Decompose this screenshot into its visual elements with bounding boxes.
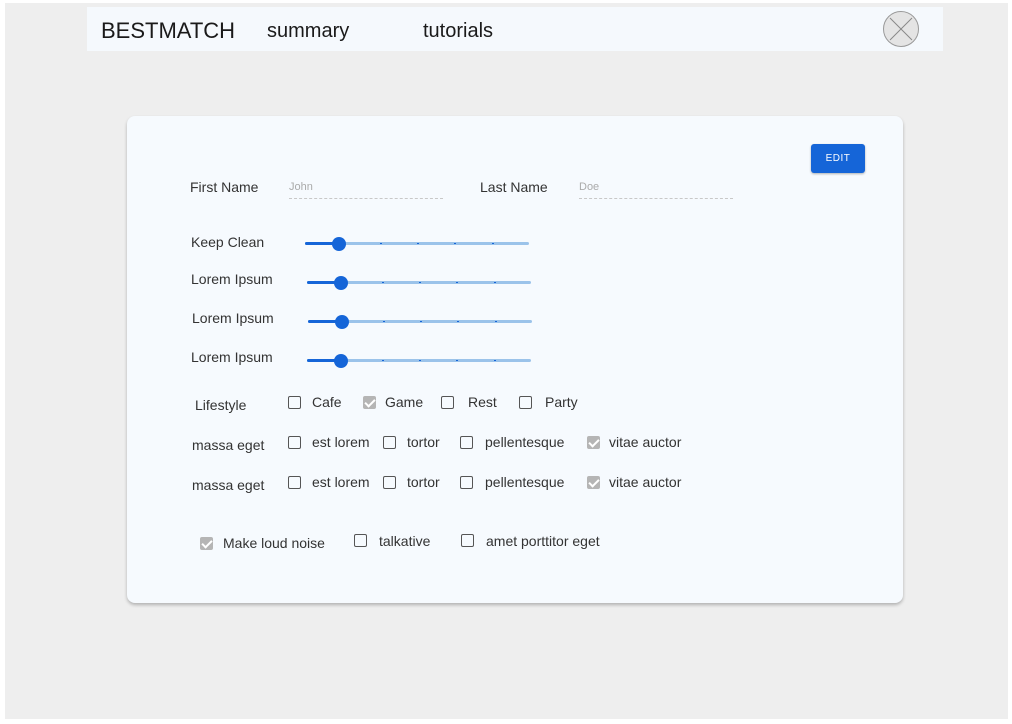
checkbox-label[interactable]: vitae auctor — [609, 434, 681, 450]
checkbox[interactable] — [441, 396, 454, 409]
user-avatar-icon[interactable] — [883, 11, 919, 47]
nav-summary[interactable]: summary — [267, 20, 349, 43]
top-navbar: BESTMATCH summary tutorials — [87, 7, 943, 51]
slider[interactable] — [307, 353, 531, 369]
slider-label: Lorem Ipsum — [191, 349, 273, 365]
checkbox-label[interactable]: Party — [545, 394, 578, 410]
edit-button[interactable]: EDIT — [811, 144, 865, 173]
checkbox[interactable] — [587, 476, 600, 489]
slider[interactable] — [308, 314, 532, 330]
checkbox-label[interactable]: est lorem — [312, 434, 370, 450]
slider-tick — [381, 360, 384, 361]
slider-tick — [419, 321, 422, 322]
slider-tick — [457, 321, 460, 322]
checkbox[interactable] — [383, 436, 396, 449]
checkbox-label[interactable]: tortor — [407, 474, 440, 490]
slider-tick — [493, 360, 496, 361]
slider-tick — [381, 282, 384, 283]
checkbox-group-label: Lifestyle — [195, 397, 247, 413]
slider-label: Keep Clean — [191, 234, 265, 250]
checkbox-label[interactable]: Rest — [468, 394, 497, 410]
brand-logo[interactable]: BESTMATCH — [101, 18, 235, 44]
slider-tick — [493, 282, 496, 283]
trait-checkbox[interactable] — [461, 534, 474, 547]
slider-thumb[interactable] — [334, 315, 349, 329]
slider-tick — [418, 360, 421, 361]
checkbox[interactable] — [460, 476, 473, 489]
checkbox-label[interactable]: Cafe — [312, 394, 342, 410]
checkbox-label[interactable]: pellentesque — [485, 434, 564, 450]
checkbox[interactable] — [288, 476, 301, 489]
checkbox-label[interactable]: Game — [385, 394, 423, 410]
checkbox-group-label: massa eget — [192, 437, 265, 453]
first-name-label: First Name — [190, 179, 259, 195]
app-frame: BESTMATCH summary tutorials EDIT First N… — [5, 3, 1008, 719]
slider-tick — [456, 282, 459, 283]
checkbox[interactable] — [383, 476, 396, 489]
profile-card: EDIT First Name John Last Name Doe Keep … — [127, 116, 903, 603]
slider-tick — [416, 243, 419, 244]
checkbox-label[interactable]: tortor — [407, 434, 440, 450]
first-name-field[interactable]: John — [289, 177, 443, 199]
last-name-label: Last Name — [480, 179, 548, 195]
checkbox[interactable] — [519, 396, 532, 409]
slider-tick — [418, 282, 421, 283]
checkbox[interactable] — [587, 436, 600, 449]
slider-tick — [454, 243, 457, 244]
trait-checkbox[interactable] — [354, 534, 367, 547]
nav-tutorials[interactable]: tutorials — [423, 20, 493, 43]
slider-tick — [382, 321, 385, 322]
checkbox[interactable] — [460, 436, 473, 449]
slider-thumb[interactable] — [333, 276, 348, 290]
checkbox-label[interactable]: est lorem — [312, 474, 370, 490]
checkbox[interactable] — [288, 436, 301, 449]
trait-label[interactable]: talkative — [379, 533, 430, 549]
checkbox-label[interactable]: vitae auctor — [609, 474, 681, 490]
trait-checkbox[interactable] — [200, 537, 213, 550]
slider-tick — [456, 360, 459, 361]
trait-label[interactable]: amet porttitor eget — [486, 533, 600, 549]
slider[interactable] — [305, 236, 529, 252]
checkbox[interactable] — [363, 396, 376, 409]
checkbox[interactable] — [288, 396, 301, 409]
trait-label[interactable]: Make loud noise — [223, 535, 325, 551]
checkbox-label[interactable]: pellentesque — [485, 474, 564, 490]
slider-thumb[interactable] — [331, 237, 346, 251]
avatar-placeholder-icon — [889, 17, 913, 41]
slider-tick — [491, 243, 494, 244]
slider[interactable] — [307, 275, 531, 291]
slider-tick — [379, 243, 382, 244]
slider-thumb[interactable] — [333, 354, 348, 368]
slider-label: Lorem Ipsum — [192, 310, 274, 326]
slider-label: Lorem Ipsum — [191, 271, 273, 287]
checkbox-group-label: massa eget — [192, 477, 265, 493]
last-name-field[interactable]: Doe — [579, 177, 733, 199]
slider-tick — [494, 321, 497, 322]
